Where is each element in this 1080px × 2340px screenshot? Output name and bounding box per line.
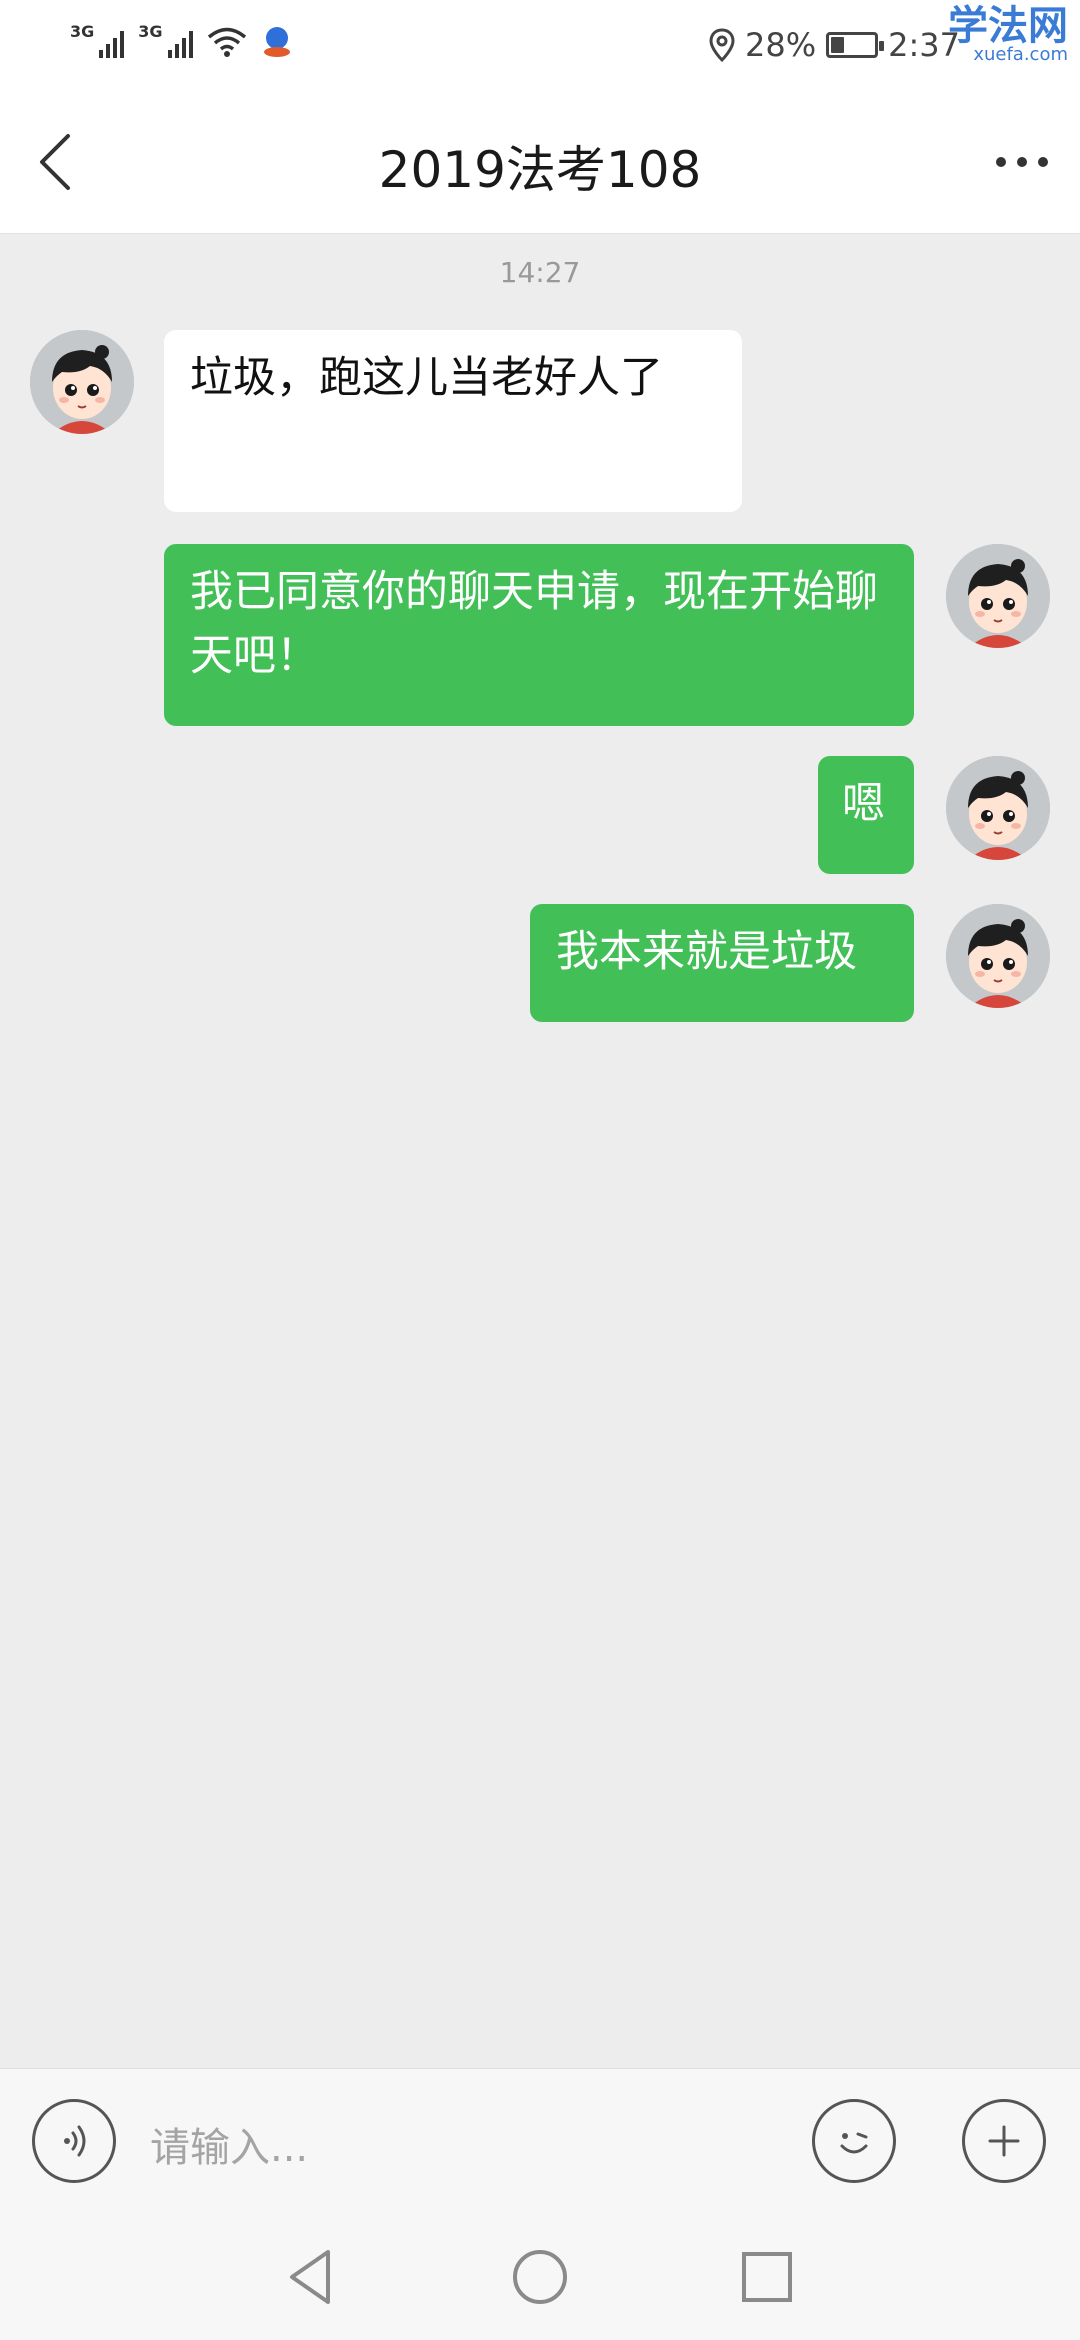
message-timestamp: 14:27 [499, 256, 581, 289]
contact-avatar[interactable] [30, 330, 134, 434]
emoji-icon [840, 2132, 868, 2154]
circle-home-icon [513, 2250, 567, 2304]
wifi-icon [207, 27, 246, 57]
square-recent-icon [742, 2252, 792, 2302]
signal-type-label: 3G [70, 22, 95, 41]
watermark-title: 学法网 [948, 3, 1068, 49]
status-bar: 3G 3G 28% 2:37 学法网 xuefa.com [0, 0, 1080, 90]
app-notification-icon [263, 27, 290, 57]
battery-percent: 28% [745, 26, 817, 64]
message-input[interactable]: 请输入... [150, 2115, 308, 2173]
message-text: 我已同意你的聊天申请，现在开始聊天吧！ [190, 567, 878, 681]
more-options-button[interactable] [986, 130, 1058, 194]
user-avatar[interactable] [946, 904, 1050, 1008]
voice-icon [64, 2125, 86, 2157]
triangle-back-icon [290, 2250, 330, 2304]
message-bubble-outgoing[interactable]: 我已同意你的聊天申请，现在开始聊天吧！ [164, 544, 914, 726]
status-right: 28% 2:37 [709, 26, 960, 64]
user-avatar[interactable] [946, 756, 1050, 860]
user-avatar[interactable] [946, 544, 1050, 648]
add-button[interactable] [962, 2099, 1046, 2183]
message-bubble-incoming[interactable]: 垃圾，跑这儿当老好人了 [164, 330, 742, 512]
nav-recent-button[interactable] [734, 2244, 800, 2310]
nav-home-button[interactable] [507, 2244, 573, 2310]
status-left: 3G 3G [70, 22, 293, 58]
battery-icon [826, 32, 885, 58]
voice-button[interactable] [32, 2099, 116, 2183]
message-list[interactable]: 14:27 垃圾，跑这儿当老好人了 我已同意你的聊天申请，现在开始聊天吧！ 嗯 … [0, 234, 1080, 2068]
message-bubble-outgoing[interactable]: 嗯 [818, 756, 914, 874]
chat-title: 2019法考108 [378, 141, 702, 199]
message-text: 我本来就是垃圾 [556, 927, 857, 977]
signal-icon: 3G [138, 22, 193, 58]
system-navigation-bar [0, 2214, 1080, 2340]
watermark-logo: 学法网 xuefa.com [948, 6, 1068, 64]
location-icon [709, 28, 735, 62]
chat-header: 2019法考108 [0, 90, 1080, 234]
message-bubble-outgoing[interactable]: 我本来就是垃圾 [530, 904, 914, 1022]
plus-icon [988, 2125, 1020, 2157]
message-input-bar: 请输入... [0, 2068, 1080, 2214]
message-text: 垃圾，跑这儿当老好人了 [190, 353, 663, 403]
more-horizontal-icon [996, 157, 1006, 167]
message-text: 嗯 [842, 779, 885, 829]
signal-type-label: 3G [138, 22, 163, 41]
signal-icon: 3G [70, 22, 125, 58]
emoji-button[interactable] [812, 2099, 896, 2183]
nav-back-button[interactable] [280, 2244, 346, 2310]
chat-screen: 3G 3G 28% 2:37 学法网 xuefa.com 2019法考108 1… [0, 0, 1080, 2340]
